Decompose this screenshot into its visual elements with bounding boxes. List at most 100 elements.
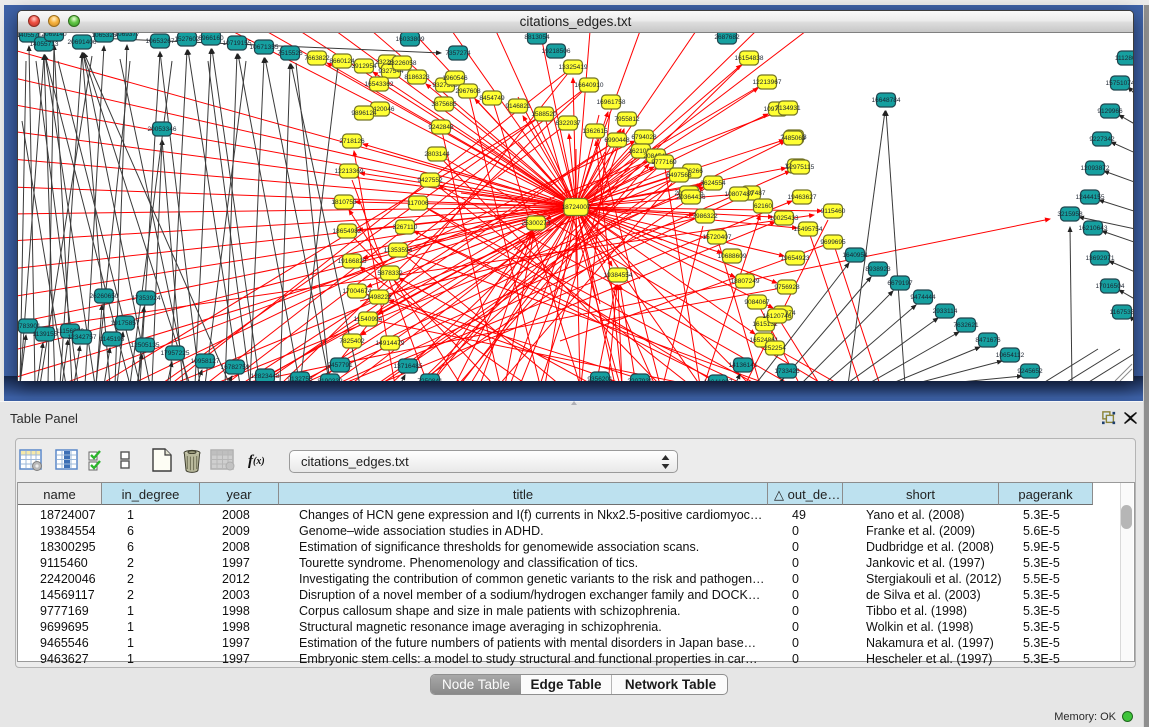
svg-text:1112803: 1112803 — [1115, 55, 1133, 62]
svg-text:12823448: 12823448 — [251, 373, 280, 380]
svg-text:2687682: 2687682 — [714, 34, 740, 41]
svg-text:19654923: 19654923 — [781, 255, 810, 262]
svg-text:26260650: 26260650 — [90, 293, 119, 300]
svg-text:6990448: 6990448 — [604, 137, 630, 144]
svg-text:13325419: 13325419 — [559, 64, 588, 71]
svg-text:10719155: 10719155 — [223, 40, 252, 47]
svg-text:15751074: 15751074 — [1106, 80, 1133, 87]
svg-text:7663822: 7663822 — [304, 55, 330, 62]
svg-text:16033809: 16033809 — [396, 36, 425, 43]
svg-text:19463627: 19463627 — [788, 194, 817, 201]
svg-text:12213369: 12213369 — [335, 168, 364, 175]
svg-text:9427552: 9427552 — [417, 177, 443, 184]
svg-text:19218506: 19218506 — [542, 48, 571, 55]
svg-text:1139155: 1139155 — [33, 331, 58, 338]
svg-text:10041997: 10041997 — [704, 379, 733, 381]
svg-text:7955812: 7955812 — [614, 116, 640, 123]
svg-text:9699695: 9699695 — [820, 239, 846, 246]
svg-text:3624554: 3624554 — [700, 180, 726, 187]
svg-text:9084067: 9084067 — [744, 299, 770, 306]
svg-text:19166825: 19166825 — [338, 258, 367, 265]
svg-text:6497568: 6497568 — [666, 172, 692, 179]
svg-text:16120746: 16120746 — [763, 313, 792, 320]
svg-text:7250841: 7250841 — [417, 378, 443, 381]
svg-text:11353594: 11353594 — [384, 247, 413, 254]
svg-text:8190332: 8190332 — [317, 378, 343, 381]
svg-text:1145193: 1145193 — [100, 336, 125, 343]
svg-text:17957225: 17957225 — [161, 350, 190, 357]
svg-text:16640910: 16640910 — [575, 82, 604, 89]
svg-text:14914479: 14914479 — [376, 340, 405, 347]
svg-text:12975115: 12975115 — [786, 164, 815, 171]
svg-text:8938923: 8938923 — [865, 266, 891, 273]
svg-text:12093872: 12093872 — [1081, 165, 1110, 172]
svg-text:12444155: 12444155 — [1076, 194, 1105, 201]
svg-text:15720407: 15720407 — [703, 234, 732, 241]
svg-text:9129966: 9129966 — [1097, 108, 1123, 115]
svg-text:10688609: 10688609 — [718, 253, 747, 260]
svg-text:13716485: 13716485 — [394, 363, 423, 370]
svg-text:19384554: 19384554 — [604, 272, 633, 279]
svg-text:17353924: 17353924 — [132, 295, 161, 302]
svg-text:2207931: 2207931 — [627, 378, 653, 381]
svg-text:2967608: 2967608 — [455, 88, 481, 95]
svg-text:1588520: 1588520 — [531, 111, 557, 118]
svg-text:9474444: 9474444 — [910, 294, 936, 301]
svg-text:18724007: 18724007 — [562, 204, 591, 211]
svg-text:3875685: 3875685 — [431, 101, 457, 108]
svg-text:16543362: 16543362 — [365, 81, 394, 88]
svg-text:(x): (x) — [253, 456, 265, 467]
svg-text:20364436: 20364436 — [677, 194, 706, 201]
svg-text:3267110: 3267110 — [393, 224, 418, 231]
svg-text:7357274: 7357274 — [445, 50, 471, 57]
svg-text:10025433: 10025433 — [770, 215, 799, 222]
svg-text:1167533: 1167533 — [1110, 309, 1133, 316]
svg-text:8186323: 8186323 — [404, 74, 430, 81]
svg-text:9146821: 9146821 — [505, 103, 531, 110]
svg-text:12342757: 12342757 — [68, 334, 97, 341]
svg-text:16210643: 16210643 — [1079, 225, 1108, 232]
svg-text:2069140: 2069140 — [41, 33, 67, 38]
svg-text:16961758: 16961758 — [597, 99, 626, 106]
svg-text:10958127: 10958127 — [191, 358, 220, 365]
svg-text:9756928: 9756928 — [774, 284, 800, 291]
svg-text:16154838: 16154838 — [735, 55, 764, 62]
svg-text:6322037: 6322037 — [555, 120, 581, 127]
svg-text:16648784: 16648784 — [872, 97, 901, 104]
svg-text:1960546: 1960546 — [442, 75, 468, 82]
svg-text:8813054: 8813054 — [524, 34, 550, 41]
svg-text:1065326: 1065326 — [91, 33, 117, 39]
svg-text:7485063: 7485063 — [780, 135, 806, 142]
svg-text:16782759: 16782759 — [221, 364, 250, 371]
svg-text:20053346: 20053346 — [148, 126, 177, 133]
svg-text:6679197: 6679197 — [887, 280, 913, 287]
svg-text:8454749: 8454749 — [479, 95, 505, 102]
svg-text:3912954: 3912954 — [351, 63, 377, 70]
svg-text:12505135: 12505135 — [131, 342, 160, 349]
svg-text:10807487: 10807487 — [725, 191, 754, 198]
svg-text:9356201: 9356201 — [587, 376, 613, 381]
svg-text:8471676: 8471676 — [975, 337, 1001, 344]
svg-text:9132755: 9132755 — [287, 376, 313, 381]
svg-text:6794028: 6794028 — [631, 134, 657, 141]
svg-text:1733426: 1733426 — [774, 368, 800, 375]
svg-text:117006: 117006 — [407, 200, 429, 207]
svg-text:10654112: 10654112 — [996, 352, 1025, 359]
svg-text:14055713: 14055713 — [30, 41, 59, 48]
svg-text:1498222: 1498222 — [366, 294, 392, 301]
svg-text:2933114: 2933114 — [933, 308, 958, 315]
svg-text:6966160: 6966160 — [198, 35, 224, 42]
svg-text:10671355: 10671355 — [250, 44, 279, 51]
svg-text:7825402: 7825402 — [339, 338, 365, 345]
svg-text:1640954: 1640954 — [842, 252, 868, 259]
svg-text:13692971: 13692971 — [1086, 255, 1115, 262]
svg-text:7632621: 7632621 — [953, 322, 979, 329]
svg-text:2718126: 2718126 — [339, 138, 365, 145]
svg-text:1527602: 1527602 — [174, 36, 200, 43]
svg-text:7134931: 7134931 — [775, 105, 801, 112]
svg-text:11540994: 11540994 — [354, 316, 383, 323]
svg-text:17016504: 17016504 — [1096, 283, 1125, 290]
svg-text:5878332: 5878332 — [377, 270, 403, 277]
svg-text:14136141: 14136141 — [729, 362, 758, 369]
svg-text:1069377: 1069377 — [114, 33, 140, 38]
